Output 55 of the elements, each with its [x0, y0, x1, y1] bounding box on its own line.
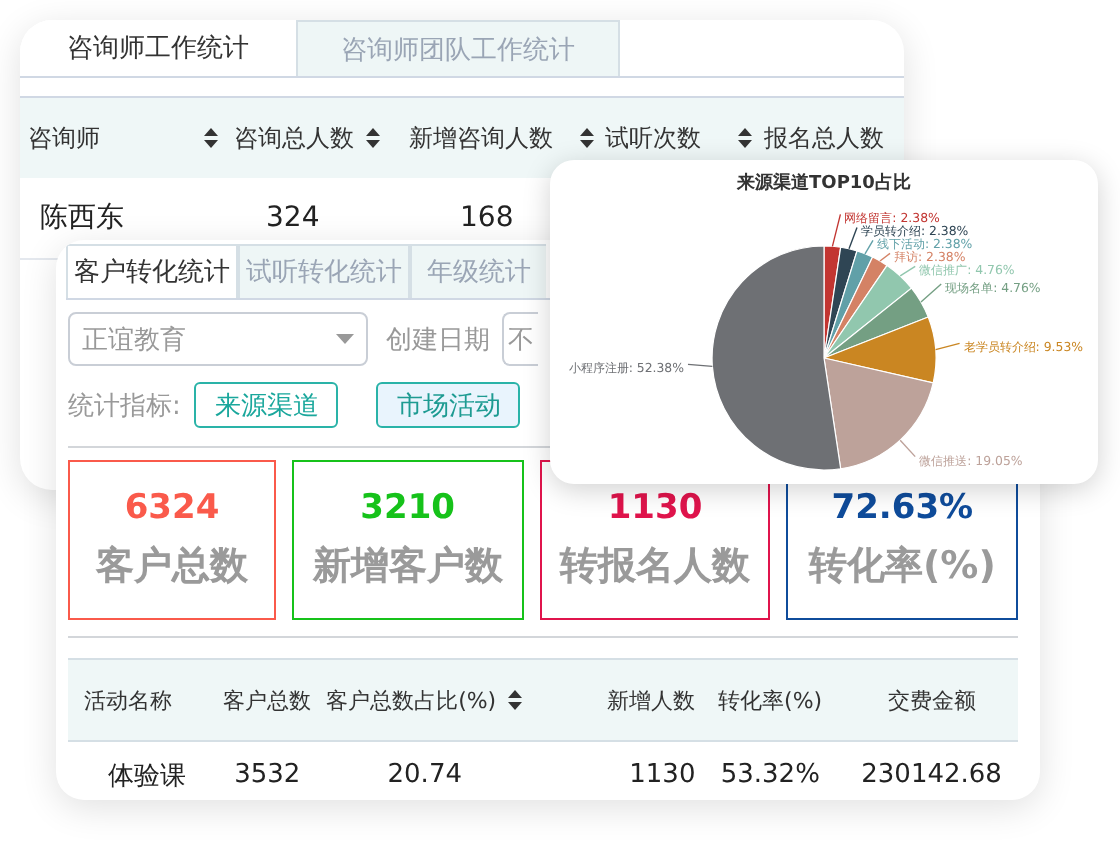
column-header: 交费金额 [887, 685, 976, 715]
leader-line [934, 342, 961, 351]
leader-line [899, 439, 916, 458]
date-field[interactable]: 不 [502, 312, 538, 366]
table-cell-text: 3532 [232, 760, 303, 790]
stat-value: 1130 [607, 488, 703, 528]
stat-value: 3210 [360, 488, 455, 528]
table-cell-text: 20.74 [385, 760, 464, 790]
chart-title: 来源渠道TOP10占比 [735, 170, 913, 196]
sort-icon[interactable] [366, 128, 381, 148]
stat-label: 客户总数 [96, 542, 248, 592]
stat-value: 6324 [124, 488, 220, 528]
stat-label: 新增客户数 [312, 542, 503, 592]
caret-icon [336, 334, 354, 344]
column-header: 转化率(%) [718, 685, 823, 715]
table-cell-text: 230142.68 [859, 760, 1004, 790]
column-header: 咨询师 [28, 121, 100, 155]
column-header: 新增人数 [607, 685, 696, 715]
sort-icon[interactable] [204, 128, 219, 148]
column-header: 试听次数 [605, 121, 701, 155]
tab[interactable]: 试听转化统计 [238, 244, 410, 298]
date-label: 创建日期 [386, 323, 490, 357]
metric-button[interactable]: 市场活动 [376, 382, 521, 428]
table-cell-text: 324 [266, 202, 322, 234]
column-header: 客户总数 [222, 685, 311, 715]
stat-label: 转化率(%) [808, 542, 996, 592]
metric-label: 统计指标: [68, 389, 181, 423]
school-select[interactable]: 正谊教育 [68, 312, 368, 366]
leader-line [920, 283, 942, 303]
leader-line [848, 226, 858, 250]
leader-line [831, 213, 842, 248]
table-cell-text: 体验课 [106, 759, 188, 793]
leader-line [879, 252, 891, 262]
tab[interactable]: 年级统计 [410, 244, 546, 298]
sort-icon[interactable] [579, 128, 593, 148]
stat-label: 转报名人数 [560, 542, 750, 592]
table-cell: 168 [460, 202, 514, 234]
column-header: 咨询总人数 [234, 121, 355, 155]
table-cell-text: 53.32% [718, 760, 822, 790]
metric-button[interactable]: 来源渠道 [194, 382, 339, 428]
table-cell-text: 陈西东 [40, 200, 126, 236]
leader-line [899, 265, 916, 277]
sort-icon[interactable] [508, 690, 523, 710]
table-cell-text: 1130 [627, 760, 696, 790]
column-header: 报名总人数 [763, 121, 884, 155]
tab[interactable]: 咨询师工作统计 [20, 20, 296, 76]
stat-value: 72.63% [831, 488, 974, 528]
tab[interactable]: 咨询师团队工作统计 [296, 20, 620, 76]
column-header: 新增咨询人数 [408, 121, 553, 155]
sort-icon[interactable] [737, 128, 752, 148]
tab[interactable]: 客户转化统计 [66, 244, 238, 298]
leader-line [864, 239, 874, 255]
column-header: 活动名称 [84, 685, 172, 715]
leader-line [687, 363, 714, 368]
column-header: 客户总数占比(%) [326, 685, 497, 715]
